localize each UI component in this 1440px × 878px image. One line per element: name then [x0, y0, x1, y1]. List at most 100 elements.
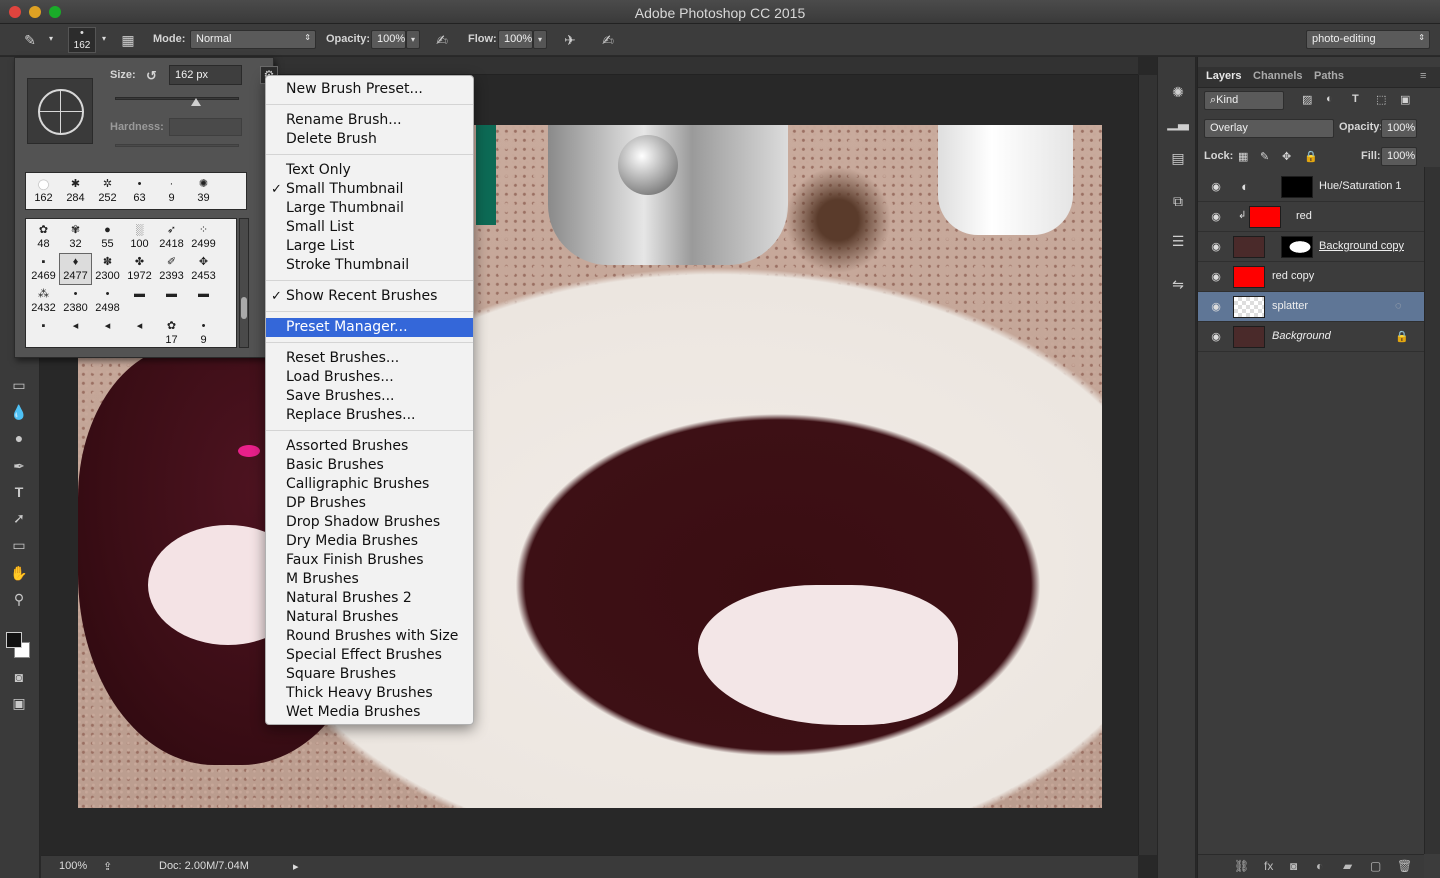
menu-item[interactable]: Text Only	[266, 161, 473, 180]
new-adjustment-layer-icon[interactable]: ◐	[1316, 859, 1323, 873]
brush-preset[interactable]: ▪ 2469	[28, 254, 59, 284]
menu-item[interactable]: DP Brushes	[266, 494, 473, 513]
tab-channels[interactable]: Channels	[1253, 70, 1303, 82]
airbrush-icon[interactable]: ✈	[560, 31, 580, 49]
layer-row[interactable]: ◉ red copy	[1198, 262, 1424, 292]
path-selection-tool-icon[interactable]: ➚	[8, 508, 30, 528]
blur-tool-icon[interactable]: 💧	[8, 402, 30, 422]
layer-thumbnail[interactable]	[1249, 206, 1281, 228]
new-layer-icon[interactable]: ▢	[1370, 859, 1381, 873]
filter-pixel-icon[interactable]: ▨	[1302, 93, 1312, 106]
layer-thumbnail[interactable]	[1233, 296, 1265, 318]
brush-preset[interactable]: ◂	[124, 318, 155, 348]
brush-preset[interactable]: ⁘ 2499	[188, 222, 219, 252]
menu-item[interactable]: Natural Brushes	[266, 608, 473, 627]
layer-row[interactable]: ◉ Background 🔒	[1198, 322, 1424, 352]
lock-image-icon[interactable]: ✎	[1260, 150, 1269, 163]
menu-item[interactable]: Replace Brushes...	[266, 406, 473, 425]
zoom-tool-icon[interactable]: ⚲	[8, 589, 30, 609]
tool-preset-dropdown[interactable]: ▾	[44, 30, 58, 49]
filter-type-icon[interactable]: T	[1352, 93, 1359, 105]
layer-row[interactable]: ◉ ↲ red	[1198, 202, 1424, 232]
zoom-level[interactable]: 100%	[59, 860, 87, 872]
fill-input[interactable]: 100%	[1381, 147, 1417, 166]
brush-preset[interactable]: ▬	[124, 286, 155, 316]
layer-name[interactable]: Background	[1272, 330, 1331, 342]
menu-item[interactable]: Natural Brushes 2	[266, 589, 473, 608]
layer-name[interactable]: Hue/Saturation 1	[1319, 180, 1402, 192]
mode-select[interactable]: Normal ⇕	[190, 30, 316, 49]
menu-item[interactable]: Stroke Thumbnail	[266, 256, 473, 275]
brush-preset[interactable]: ▬	[156, 286, 187, 316]
lock-all-icon[interactable]: 🔒	[1304, 150, 1318, 163]
filter-adjustment-icon[interactable]: ◐	[1326, 93, 1333, 105]
link-layers-icon[interactable]: ⛓	[1234, 859, 1249, 873]
workspace-select[interactable]: photo-editing ⇕	[1306, 30, 1430, 49]
navigator-icon[interactable]: ✺	[1167, 81, 1189, 103]
layer-name[interactable]: splatter	[1272, 300, 1308, 312]
visibility-eye-icon[interactable]: ◉	[1209, 301, 1223, 313]
menu-item[interactable]: Thick Heavy Brushes	[266, 684, 473, 703]
brush-preset[interactable]: ◂	[60, 318, 91, 348]
brush-preset[interactable]: ● 55	[92, 222, 123, 252]
canvas-vertical-scrollbar[interactable]	[1138, 75, 1157, 855]
histogram-icon[interactable]: ▁▃	[1167, 111, 1189, 133]
brush-preset[interactable]: ◂	[92, 318, 123, 348]
menu-item[interactable]: Special Effect Brushes	[266, 646, 473, 665]
size-slider[interactable]	[115, 97, 239, 100]
layer-thumbnail[interactable]	[1233, 326, 1265, 348]
brush-preset[interactable]: ➶ 2418	[156, 222, 187, 252]
rectangle-tool-icon[interactable]: ▭	[8, 535, 30, 555]
hand-tool-icon[interactable]: ✋	[8, 563, 30, 583]
menu-item[interactable]: Drop Shadow Brushes	[266, 513, 473, 532]
hardness-slider[interactable]	[115, 144, 239, 147]
menu-item[interactable]: M Brushes	[266, 570, 473, 589]
brush-preset[interactable]: ✥ 2453	[188, 254, 219, 284]
layer-row[interactable]: ◉ splatter ◌	[1198, 292, 1424, 322]
brush-preset[interactable]: ✿ 48	[28, 222, 59, 252]
brush-presets-icon[interactable]: ⇋	[1167, 273, 1189, 295]
menu-item[interactable]: Assorted Brushes	[266, 437, 473, 456]
layer-name[interactable]: Background copy	[1319, 240, 1404, 252]
menu-item[interactable]: ✓ Show Recent Brushes	[266, 287, 473, 306]
quick-mask-icon[interactable]: ◙	[8, 667, 30, 687]
menu-item[interactable]: Round Brushes with Size	[266, 627, 473, 646]
visibility-eye-icon[interactable]: ◉	[1209, 271, 1223, 283]
menu-item[interactable]: Wet Media Brushes	[266, 703, 473, 722]
brush-panel-toggle-icon[interactable]: ▦	[118, 31, 138, 49]
layer-row[interactable]: ◉ Background copy	[1198, 232, 1424, 262]
menu-item[interactable]: Dry Media Brushes	[266, 532, 473, 551]
pressure-opacity-icon[interactable]: ✍	[432, 31, 452, 49]
tab-layers[interactable]: Layers	[1206, 70, 1241, 82]
recent-brush[interactable]: ✱ 284	[60, 176, 91, 206]
menu-item[interactable]: Load Brushes...	[266, 368, 473, 387]
menu-item[interactable]: Reset Brushes...	[266, 349, 473, 368]
type-tool-icon[interactable]: T	[8, 482, 30, 502]
dodge-tool-icon[interactable]: ●	[8, 428, 30, 448]
flow-dropdown[interactable]: ▾	[533, 30, 547, 49]
layer-mask-thumbnail[interactable]	[1281, 176, 1313, 198]
recent-brush[interactable]: • 63	[124, 176, 155, 206]
visibility-eye-icon[interactable]: ◉	[1209, 241, 1223, 253]
menu-item[interactable]: Save Brushes...	[266, 387, 473, 406]
brush-size-input[interactable]: 162 px	[169, 65, 242, 85]
brush-preset[interactable]: ▬	[188, 286, 219, 316]
layer-name[interactable]: red	[1296, 210, 1312, 222]
brush-preset[interactable]: ✽ 2300	[92, 254, 123, 284]
opacity-dropdown[interactable]: ▾	[406, 30, 420, 49]
size-slider-knob[interactable]	[191, 98, 201, 106]
menu-item[interactable]: Small List	[266, 218, 473, 237]
lock-transparency-icon[interactable]: ▦	[1238, 150, 1248, 163]
new-group-icon[interactable]: ▰	[1343, 859, 1352, 873]
menu-item[interactable]: ✓ Small Thumbnail	[266, 180, 473, 199]
menu-item[interactable]: New Brush Preset...	[266, 80, 473, 99]
menu-item[interactable]: Large Thumbnail	[266, 199, 473, 218]
brush-grid-scrollbar[interactable]	[239, 218, 249, 348]
brush-preset[interactable]: ✤ 1972	[124, 254, 155, 284]
visibility-eye-icon[interactable]: ◉	[1209, 331, 1223, 343]
brush-preset[interactable]: • 2498	[92, 286, 123, 316]
reset-size-icon[interactable]: ↺	[146, 68, 157, 84]
add-mask-icon[interactable]: ◙	[1290, 859, 1297, 873]
brush-preset[interactable]: ⁂ 2432	[28, 286, 59, 316]
brush-preset[interactable]: ░ 100	[124, 222, 155, 252]
